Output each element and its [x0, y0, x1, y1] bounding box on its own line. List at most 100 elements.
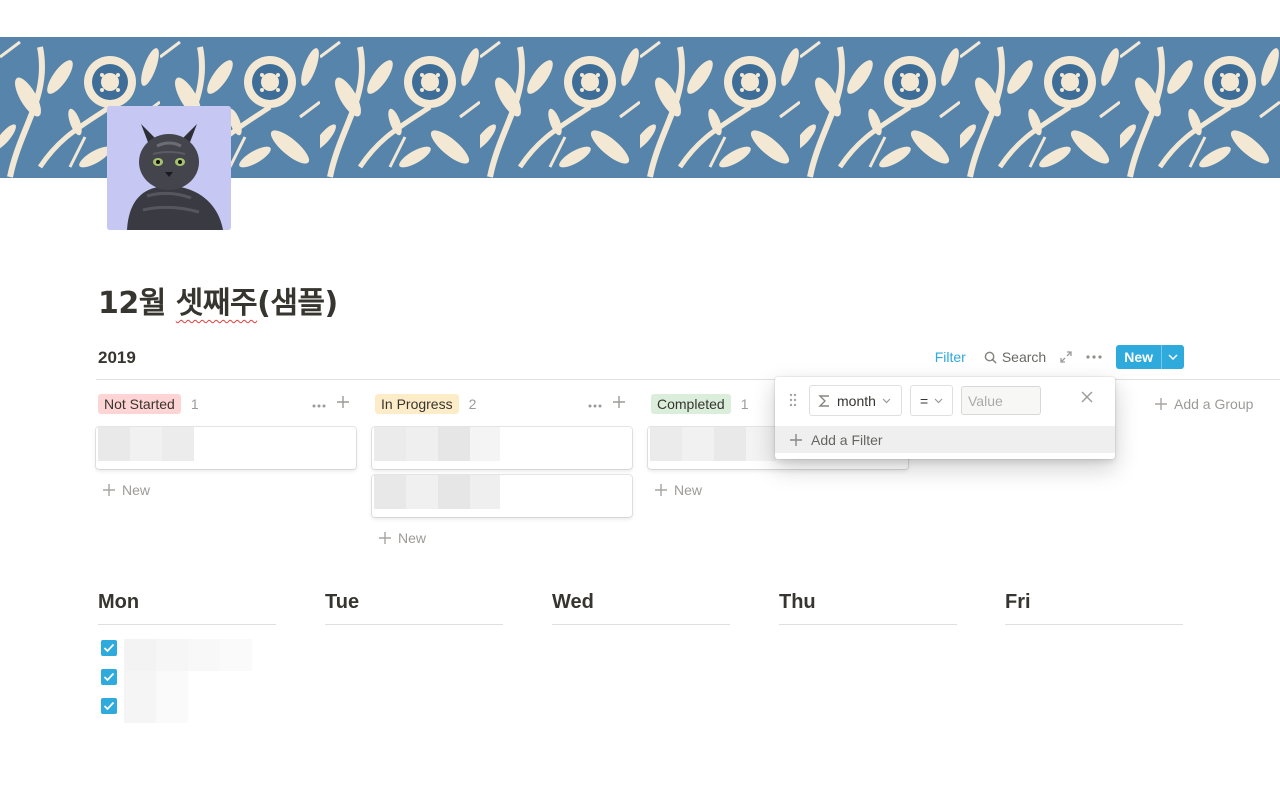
remove-filter-button[interactable] — [1081, 390, 1093, 408]
blurred-card-content — [438, 475, 470, 509]
database-title[interactable]: 2019 — [98, 348, 136, 368]
column-count: 1 — [190, 396, 199, 412]
column-add-button[interactable] — [336, 395, 350, 414]
day-divider — [779, 624, 957, 625]
status-tag-completed: Completed — [651, 394, 731, 414]
page-title-suffix: (샘플) — [257, 286, 338, 321]
add-filter-label: Add a Filter — [811, 431, 883, 448]
day-divider — [325, 624, 503, 625]
filter-popup: month = Add a Filter — [775, 377, 1115, 459]
new-record-button[interactable]: New — [1116, 345, 1162, 369]
day-column-mon: Mon — [98, 590, 276, 625]
board-column-header-completed[interactable]: Completed 1 — [651, 394, 749, 414]
board-card[interactable] — [372, 427, 632, 469]
checkbox-checked-icon — [103, 701, 115, 711]
column-count: 1 — [740, 396, 749, 412]
day-heading[interactable]: Fri — [1005, 590, 1183, 624]
filter-property-label: month — [837, 392, 876, 409]
page-icon-cat[interactable] — [107, 106, 231, 230]
plus-icon — [1155, 398, 1167, 410]
column-actions — [312, 394, 350, 414]
search-button[interactable]: Search — [984, 349, 1046, 365]
filter-value-input[interactable] — [961, 386, 1041, 415]
status-tag-not-started: Not Started — [98, 394, 181, 414]
blurred-card-content — [746, 427, 776, 461]
day-divider — [1005, 624, 1183, 625]
close-icon — [1081, 391, 1093, 403]
plus-icon — [655, 484, 667, 496]
blurred-card-content — [130, 427, 162, 461]
blurred-card-content — [162, 427, 194, 461]
blurred-card-content — [682, 427, 714, 461]
more-options-button[interactable] — [1086, 355, 1102, 359]
status-tag-in-progress: In Progress — [375, 394, 459, 414]
todo-checkbox[interactable] — [101, 669, 117, 685]
blurred-card-content — [98, 427, 130, 461]
filter-rule-row: month = — [775, 385, 1115, 417]
blurred-todo-text — [124, 671, 188, 723]
board-column-header-not-started[interactable]: Not Started 1 — [98, 394, 199, 414]
add-group-label: Add a Group — [1174, 396, 1254, 412]
column-new-label: New — [398, 530, 427, 546]
blurred-card-content — [470, 475, 500, 509]
plus-icon — [103, 484, 115, 496]
page-title-part: 12월 — [98, 286, 176, 321]
column-more-button[interactable] — [588, 395, 602, 413]
todo-checkbox[interactable] — [101, 640, 117, 656]
column-more-button[interactable] — [312, 395, 326, 413]
page-title[interactable]: 12월 셋째주(샘플) — [98, 278, 338, 322]
expand-button[interactable] — [1060, 351, 1072, 363]
blurred-card-content — [714, 427, 746, 461]
day-heading[interactable]: Wed — [552, 590, 730, 624]
day-column-tue: Tue — [325, 590, 503, 625]
board-column-header-in-progress[interactable]: In Progress 2 — [375, 394, 476, 414]
day-column-wed: Wed — [552, 590, 730, 625]
day-divider — [552, 624, 730, 625]
sigma-icon — [818, 394, 829, 407]
column-actions — [588, 394, 626, 414]
add-filter-button[interactable]: Add a Filter — [775, 426, 1115, 453]
blurred-card-content — [374, 427, 406, 461]
drag-handle-icon-glyph — [789, 393, 797, 407]
search-icon — [984, 351, 997, 364]
day-divider — [98, 624, 276, 625]
column-count: 2 — [468, 396, 477, 412]
drag-handle-icon[interactable] — [789, 393, 797, 410]
column-new-button[interactable]: New — [654, 482, 702, 498]
blurred-card-content — [650, 427, 682, 461]
day-heading[interactable]: Tue — [325, 590, 503, 624]
blurred-card-content — [438, 427, 470, 461]
day-heading[interactable]: Thu — [779, 590, 957, 624]
blurred-card-content — [470, 427, 500, 461]
new-template-dropdown[interactable] — [1162, 345, 1184, 369]
todo-checkbox[interactable] — [101, 698, 117, 714]
blurred-card-content — [374, 475, 406, 509]
column-new-button[interactable]: New — [378, 530, 426, 546]
filter-operator-select[interactable]: = — [910, 385, 953, 416]
new-record-button-group: New — [1116, 345, 1184, 369]
cat-photo-icon — [107, 106, 231, 230]
blurred-todo-text — [124, 639, 252, 671]
checkbox-checked-icon — [103, 672, 115, 682]
column-new-label: New — [122, 482, 151, 498]
filter-property-select[interactable]: month — [809, 385, 902, 416]
plus-icon — [790, 433, 802, 446]
column-add-button[interactable] — [612, 395, 626, 414]
more-icon — [588, 404, 602, 408]
filter-operator-label: = — [920, 392, 929, 409]
more-icon — [1086, 355, 1102, 359]
board-card[interactable] — [96, 427, 356, 469]
chevron-down-icon — [1168, 354, 1178, 360]
filter-button[interactable]: Filter — [935, 349, 966, 365]
column-new-button[interactable]: New — [102, 482, 150, 498]
page-title-misspelled-word: 셋째주 — [175, 286, 258, 321]
day-heading[interactable]: Mon — [98, 590, 276, 624]
plus-icon — [379, 532, 391, 544]
checkbox-checked-icon — [103, 643, 115, 653]
board-card[interactable] — [372, 475, 632, 517]
database-toolbar: Filter Search New — [935, 345, 1184, 369]
add-group-button[interactable]: Add a Group — [1154, 396, 1253, 412]
search-label: Search — [1001, 349, 1047, 365]
blurred-card-content — [406, 475, 438, 509]
expand-icon — [1060, 351, 1072, 363]
